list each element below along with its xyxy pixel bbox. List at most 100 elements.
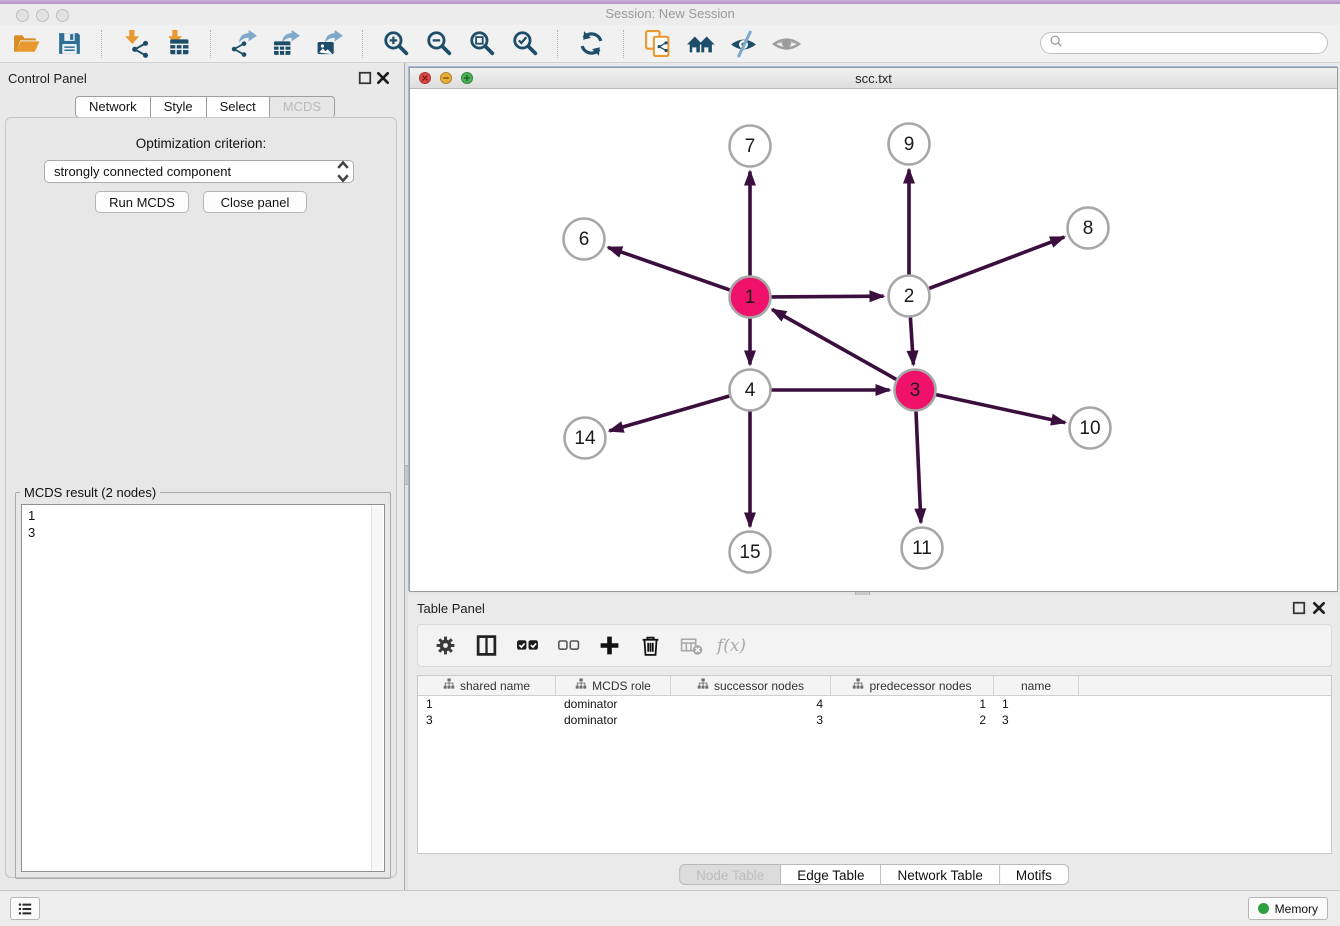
mcds-result-scrollbar[interactable] xyxy=(371,506,383,870)
columns-icon xyxy=(475,634,498,657)
column-header-mcds-role[interactable]: MCDS role xyxy=(556,676,671,695)
column-header-label: name xyxy=(1021,679,1051,693)
task-history-button[interactable] xyxy=(10,897,40,920)
columns-button[interactable] xyxy=(473,631,499,661)
function-builder-icon: f(x) xyxy=(716,634,748,657)
export-image-button[interactable] xyxy=(312,27,348,61)
tab-motifs[interactable]: Motifs xyxy=(1000,864,1069,885)
network-canvas[interactable]: 7 9 6 8 1 2 4 3 14 10 15 11 xyxy=(410,89,1337,591)
graph-node-label: 14 xyxy=(574,428,596,449)
graph-node-1[interactable]: 1 xyxy=(730,277,771,318)
table-panel-close-button[interactable] xyxy=(1312,601,1326,615)
graph-node-10[interactable]: 10 xyxy=(1070,408,1111,449)
column-header-name[interactable]: name xyxy=(994,676,1079,695)
clone-network-button[interactable] xyxy=(639,27,675,61)
table-row[interactable]: 3dominator323 xyxy=(418,712,1331,728)
graph-node-6[interactable]: 6 xyxy=(564,219,605,260)
criterion-select[interactable]: strongly connected component xyxy=(44,160,354,183)
tab-node-table[interactable]: Node Table xyxy=(679,864,781,885)
table-cell-name: 3 xyxy=(994,712,1079,728)
close-panel-button[interactable]: Close panel xyxy=(203,191,307,213)
table-panel-title: Table Panel xyxy=(417,601,485,616)
delete-button[interactable] xyxy=(637,631,663,661)
mcds-result-area[interactable]: 1 3 xyxy=(21,504,385,872)
graph-node-2[interactable]: 2 xyxy=(889,276,930,317)
tab-style[interactable]: Style xyxy=(151,96,207,118)
toolbar-separator xyxy=(101,30,103,58)
control-panel-close-button[interactable] xyxy=(376,71,390,85)
select-all-button[interactable] xyxy=(514,631,540,661)
memory-button[interactable]: Memory xyxy=(1248,897,1328,920)
graph-node-15[interactable]: 15 xyxy=(730,532,771,573)
open-file-button[interactable] xyxy=(8,27,44,61)
graph-node-8[interactable]: 8 xyxy=(1068,208,1109,249)
add-button[interactable] xyxy=(596,631,622,661)
titlebar-accent xyxy=(0,0,1340,4)
home-icon xyxy=(686,29,715,58)
graph-node-label: 1 xyxy=(745,287,756,308)
toolbar-separator xyxy=(362,30,364,58)
refresh-button[interactable] xyxy=(573,27,609,61)
graph-edge-3-1[interactable] xyxy=(772,310,896,380)
graph-edge-3-10[interactable] xyxy=(936,395,1065,423)
tab-select[interactable]: Select xyxy=(207,96,270,118)
table-cell-mcds-role: dominator xyxy=(556,696,671,712)
import-table-button[interactable] xyxy=(160,27,196,61)
tab-network-table[interactable]: Network Table xyxy=(882,864,1000,885)
attribute-tree-icon xyxy=(852,678,864,693)
run-mcds-button[interactable]: Run MCDS xyxy=(95,191,189,213)
table-panel-float-button[interactable] xyxy=(1292,601,1306,615)
table-cell-predecessor-nodes: 2 xyxy=(831,712,994,728)
node-table-header: shared name MCDS rolesuccessor nodesprede… xyxy=(418,676,1331,696)
graph-node-label: 10 xyxy=(1079,418,1100,439)
zoom-in-button[interactable] xyxy=(378,27,414,61)
graph-node-label: 4 xyxy=(745,380,756,401)
hide-selected-button[interactable] xyxy=(725,27,761,61)
save-icon xyxy=(55,29,84,58)
graph-edge-1-6[interactable] xyxy=(608,247,730,290)
table-cell-successor-nodes: 3 xyxy=(671,712,831,728)
zoom-selected-button[interactable] xyxy=(507,27,543,61)
graph-node-7[interactable]: 7 xyxy=(730,126,771,167)
toolbar-separator xyxy=(623,30,625,58)
status-bar: Memory xyxy=(0,890,1340,926)
attribute-tree-icon xyxy=(443,678,455,693)
zoom-out-button[interactable] xyxy=(421,27,457,61)
function-builder-button: f(x) xyxy=(719,631,745,661)
tab-edge-table[interactable]: Edge Table xyxy=(781,864,881,885)
toolbar-separator xyxy=(557,30,559,58)
main-toolbar xyxy=(0,25,1340,63)
graph-edge-3-11[interactable] xyxy=(916,412,921,523)
export-table-button[interactable] xyxy=(269,27,305,61)
gear-button[interactable] xyxy=(432,631,458,661)
graph-edge-1-2[interactable] xyxy=(772,296,884,297)
unselect-all-button[interactable] xyxy=(555,631,581,661)
graph-node-4[interactable]: 4 xyxy=(730,370,771,411)
column-header-predecessor-nodes[interactable]: predecessor nodes xyxy=(831,676,994,695)
column-header-successor-nodes[interactable]: successor nodes xyxy=(671,676,831,695)
zoom-fit-button[interactable] xyxy=(464,27,500,61)
delete-table-icon xyxy=(680,634,703,657)
graph-node-14[interactable]: 14 xyxy=(565,418,606,459)
search-input[interactable] xyxy=(1067,33,1327,53)
tab-network[interactable]: Network xyxy=(75,96,151,118)
control-panel-float-button[interactable] xyxy=(358,71,372,85)
import-network-button[interactable] xyxy=(117,27,153,61)
column-header-shared-name[interactable]: shared name xyxy=(418,676,556,695)
table-row[interactable]: 1dominator411 xyxy=(418,696,1331,712)
table-panel: Table Panel f(x) shared name MCDS rolesuc… xyxy=(408,595,1340,890)
home-button[interactable] xyxy=(682,27,718,61)
tab-mcds[interactable]: MCDS xyxy=(270,96,335,118)
graph-edge-4-14[interactable] xyxy=(610,396,730,431)
save-button[interactable] xyxy=(51,27,87,61)
export-network-button[interactable] xyxy=(226,27,262,61)
graph-node-3[interactable]: 3 xyxy=(895,370,936,411)
graph-edge-2-3[interactable] xyxy=(910,318,913,365)
graph-edge-2-8[interactable] xyxy=(929,237,1064,288)
column-header-label: shared name xyxy=(460,679,530,693)
graph-node-11[interactable]: 11 xyxy=(902,528,943,569)
graph-node-9[interactable]: 9 xyxy=(889,124,930,165)
table-cell-name: 1 xyxy=(994,696,1079,712)
graph-node-label: 15 xyxy=(739,542,760,563)
delete-table-button xyxy=(678,631,704,661)
